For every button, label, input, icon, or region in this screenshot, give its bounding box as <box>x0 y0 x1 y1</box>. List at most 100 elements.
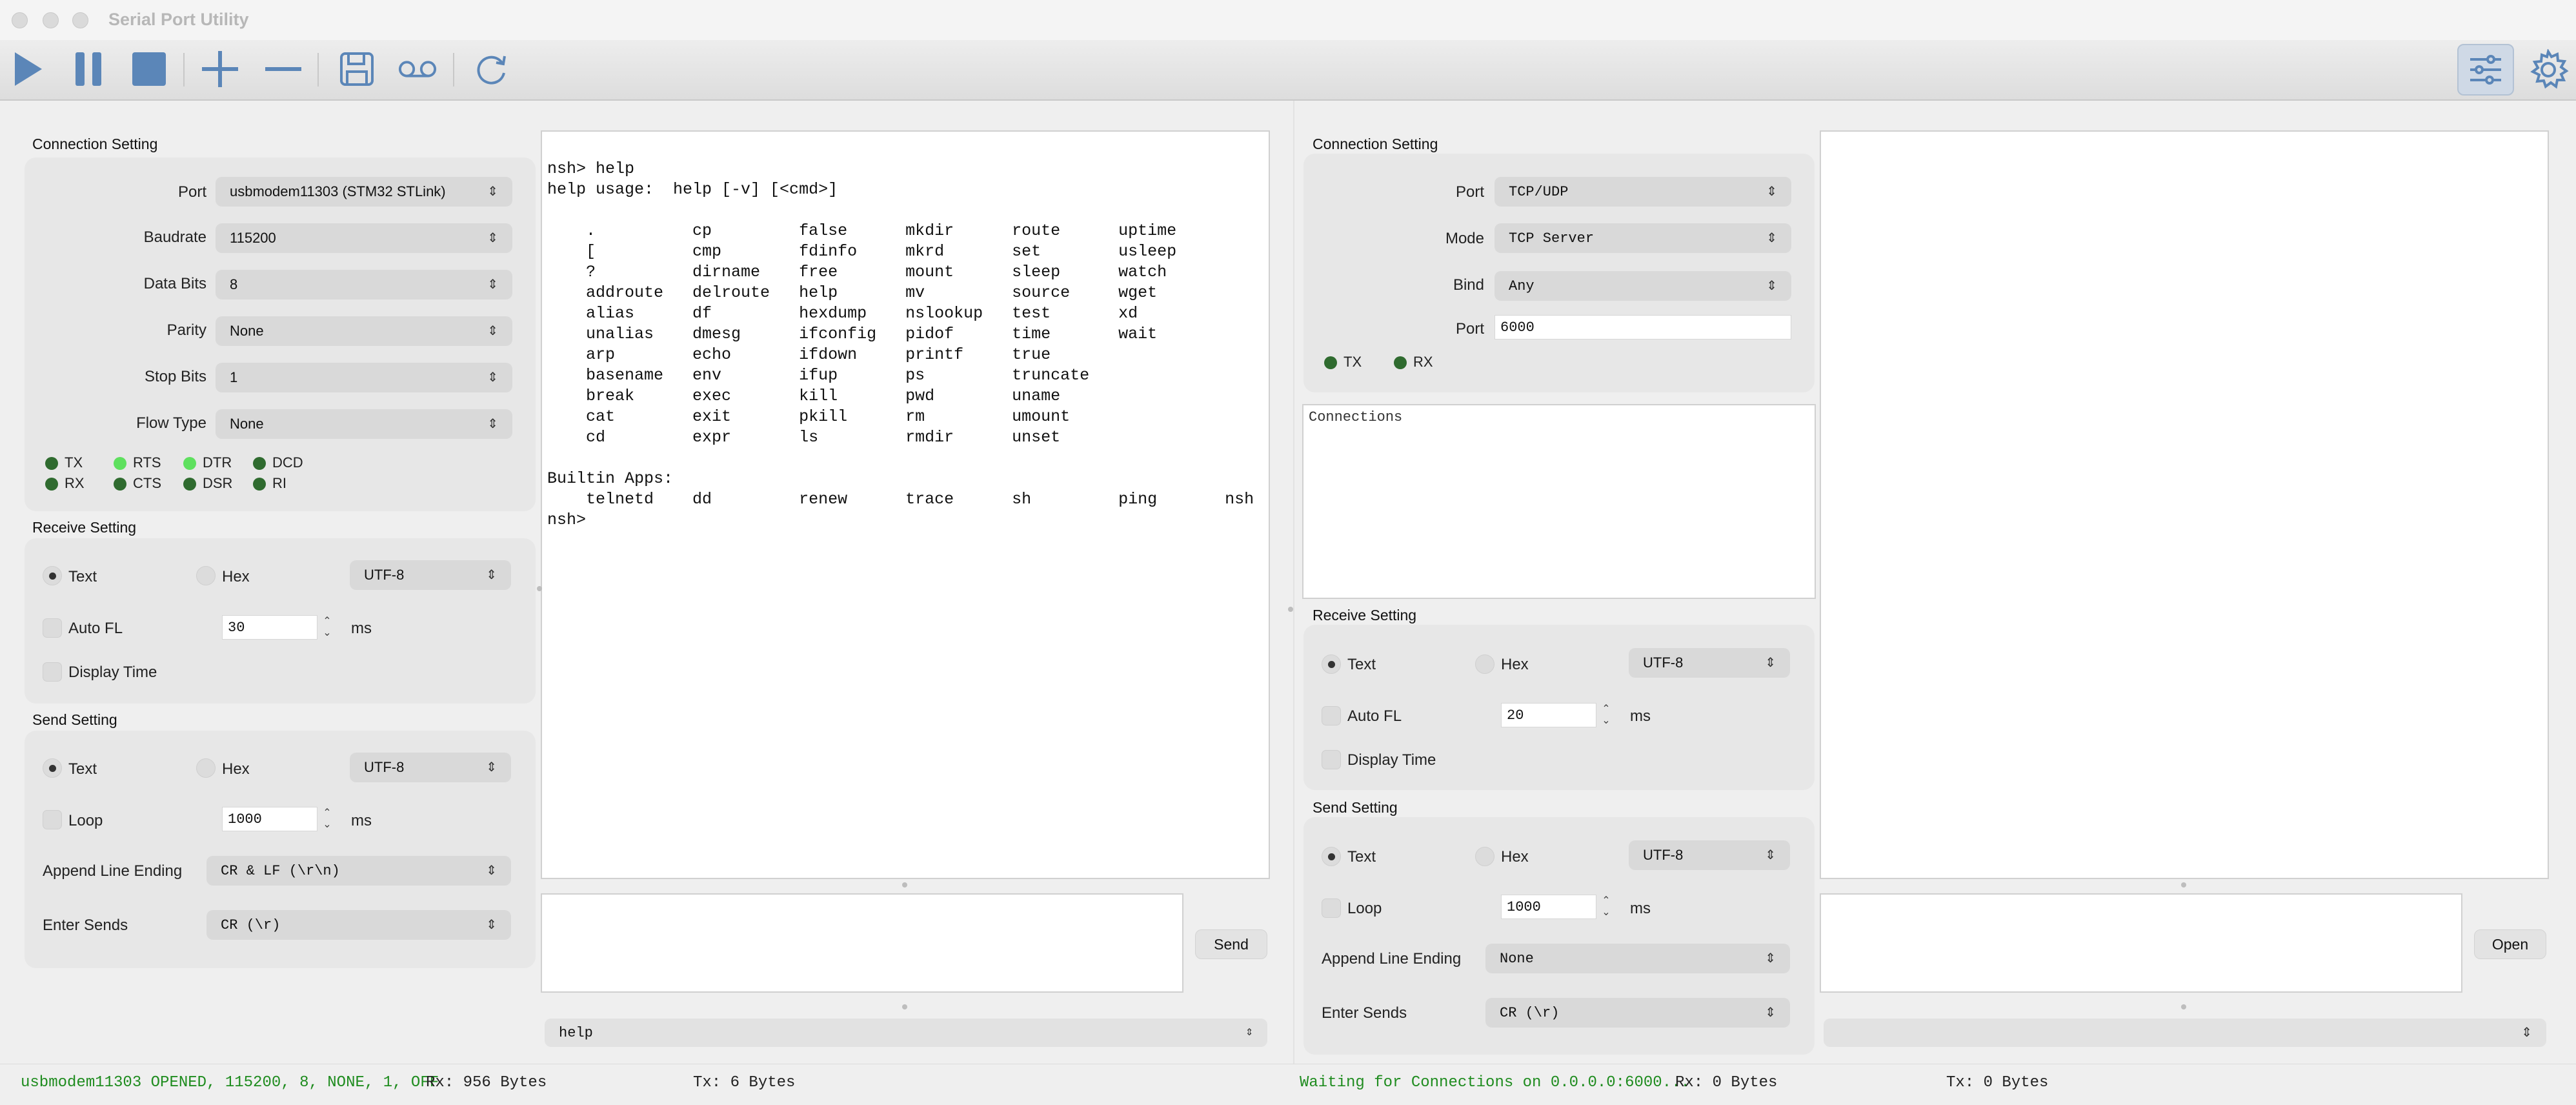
bind-select[interactable]: Any ⇕ <box>1494 271 1791 301</box>
send-encoding-select[interactable]: UTF-8 ⇕ <box>350 753 511 782</box>
receive-text-label-right: Text <box>1347 656 1376 673</box>
terminal-line: help usage: help [-v] [<cmd>] <box>547 180 838 199</box>
save-icon[interactable] <box>337 49 377 89</box>
pane-divider-handle[interactable] <box>537 586 542 591</box>
minimize-window-button[interactable] <box>43 12 59 28</box>
auto-fl-stepper[interactable]: ⌃ ⌄ <box>320 614 334 640</box>
left-tx-count: Tx: 6 Bytes <box>693 1074 796 1091</box>
loop-input[interactable]: 1000 <box>222 807 317 831</box>
right-port-status: Waiting for Connections on 0.0.0.0:6000.… <box>1300 1074 1690 1091</box>
receive-setting-title: Receive Setting <box>32 519 137 536</box>
send-input-area-right[interactable] <box>1820 893 2462 993</box>
auto-fl-stepper-right[interactable]: ⌃ ⌄ <box>1599 702 1613 728</box>
play-icon[interactable] <box>8 49 48 89</box>
enter-sends-select[interactable]: CR (\r) ⇕ <box>206 910 511 940</box>
receive-text-label: Text <box>68 568 97 585</box>
send-text-radio[interactable] <box>43 758 62 778</box>
splitter-handle[interactable] <box>902 882 907 887</box>
connections-list[interactable]: Connections <box>1302 404 1816 599</box>
send-text-label-right: Text <box>1347 848 1376 866</box>
voicemail-icon[interactable] <box>397 49 438 89</box>
toolbar-separator <box>317 53 319 86</box>
append-line-ending-select-right[interactable]: None ⇕ <box>1485 944 1790 973</box>
led-tx-indicator <box>1324 356 1337 369</box>
right-rx-count: Rx: 0 Bytes <box>1675 1074 1778 1091</box>
auto-fl-label: Auto FL <box>68 620 123 637</box>
enter-sends-select-right[interactable]: CR (\r) ⇕ <box>1485 998 1790 1028</box>
updown-chevron-icon: ⇕ <box>1245 1025 1253 1040</box>
receive-terminal-right[interactable] <box>1820 130 2549 879</box>
display-time-checkbox-right[interactable] <box>1322 750 1341 769</box>
plus-icon[interactable] <box>200 49 240 89</box>
auto-fl-label-right: Auto FL <box>1347 707 1402 725</box>
receive-text-radio-right[interactable] <box>1322 654 1341 674</box>
loop-checkbox-right[interactable] <box>1322 898 1341 918</box>
mode-select[interactable]: TCP Server ⇕ <box>1494 223 1791 253</box>
send-encoding-select-right[interactable]: UTF-8 ⇕ <box>1629 840 1790 870</box>
terminal-line: . cp false mkdir route uptime <box>547 221 1177 240</box>
append-line-ending-label: Append Line Ending <box>43 862 183 880</box>
loop-stepper-right[interactable]: ⌃ ⌄ <box>1599 894 1613 920</box>
display-time-checkbox[interactable] <box>43 662 62 682</box>
display-time-label: Display Time <box>68 664 157 681</box>
led-rts-label: RTS <box>133 454 161 471</box>
splitter-handle[interactable] <box>902 1004 907 1009</box>
append-line-ending-label-right: Append Line Ending <box>1322 950 1462 968</box>
flowtype-label: Flow Type <box>136 414 206 432</box>
send-history-select[interactable]: help ⇕ <box>545 1019 1267 1047</box>
loop-stepper[interactable]: ⌃ ⌄ <box>320 806 334 832</box>
splitter-handle[interactable] <box>2181 882 2186 887</box>
databits-select[interactable]: 8 ⇕ <box>216 270 512 299</box>
send-text-radio-right[interactable] <box>1322 847 1341 866</box>
append-line-ending-select[interactable]: CR & LF (\r\n) ⇕ <box>206 856 511 886</box>
close-window-button[interactable] <box>12 12 28 28</box>
led-rx-indicator <box>1394 356 1407 369</box>
parity-select[interactable]: None ⇕ <box>216 316 512 346</box>
port-select-right[interactable]: TCP/UDP ⇕ <box>1494 177 1791 207</box>
led-cts-label: CTS <box>133 475 161 491</box>
left-port-status: usbmodem11303 OPENED, 115200, 8, NONE, 1… <box>21 1074 439 1091</box>
send-history-select-right[interactable]: ⇕ <box>1824 1019 2546 1047</box>
updown-chevron-icon: ⇕ <box>1766 231 1777 245</box>
sliders-icon[interactable] <box>2457 44 2514 96</box>
gear-icon[interactable] <box>2526 46 2571 93</box>
splitter-handle[interactable] <box>2181 1004 2186 1009</box>
refresh-icon[interactable] <box>471 49 511 89</box>
receive-encoding-select-right[interactable]: UTF-8 ⇕ <box>1629 648 1790 678</box>
send-button[interactable]: Send <box>1195 929 1267 959</box>
loop-unit: ms <box>351 812 372 829</box>
port-select[interactable]: usbmodem11303 (STM32 STLink) ⇕ <box>216 177 512 207</box>
enter-sends-label-right: Enter Sends <box>1322 1004 1407 1022</box>
receive-terminal[interactable]: nsh> help help usage: help [-v] [<cmd>] .… <box>541 130 1270 879</box>
baudrate-select[interactable]: 115200 ⇕ <box>216 223 512 253</box>
receive-encoding-select[interactable]: UTF-8 ⇕ <box>350 560 511 590</box>
terminal-line: break exec kill pwd uname <box>547 387 1061 405</box>
terminal-line: nsh> help <box>547 159 635 178</box>
open-button[interactable]: Open <box>2474 929 2546 959</box>
pause-icon[interactable] <box>68 49 108 89</box>
port-number-input[interactable]: 6000 <box>1494 315 1791 340</box>
auto-fl-checkbox[interactable] <box>43 618 62 638</box>
updown-chevron-icon: ⇕ <box>1765 1006 1776 1020</box>
receive-text-radio[interactable] <box>43 566 62 585</box>
auto-fl-input-right[interactable]: 20 <box>1501 703 1596 727</box>
window-title: Serial Port Utility <box>108 10 249 29</box>
receive-hex-radio-right[interactable] <box>1475 654 1494 674</box>
terminal-line: alias df hexdump nslookup test xd <box>547 304 1138 323</box>
pane-divider-handle[interactable] <box>1288 607 1293 612</box>
flowtype-select[interactable]: None ⇕ <box>216 409 512 439</box>
auto-fl-checkbox-right[interactable] <box>1322 706 1341 725</box>
loop-checkbox[interactable] <box>43 810 62 829</box>
send-hex-radio[interactable] <box>196 758 216 778</box>
stop-icon[interactable] <box>129 49 169 89</box>
send-hex-radio-right[interactable] <box>1475 847 1494 866</box>
stopbits-select[interactable]: 1 ⇕ <box>216 363 512 392</box>
minus-icon[interactable] <box>263 49 303 89</box>
loop-input-right[interactable]: 1000 <box>1501 895 1596 919</box>
zoom-window-button[interactable] <box>72 12 88 28</box>
receive-hex-radio[interactable] <box>196 566 216 585</box>
updown-chevron-icon: ⇕ <box>486 918 497 932</box>
auto-fl-input[interactable]: 30 <box>222 615 317 640</box>
send-input-area[interactable] <box>541 893 1183 993</box>
stopbits-label: Stop Bits <box>144 368 206 385</box>
